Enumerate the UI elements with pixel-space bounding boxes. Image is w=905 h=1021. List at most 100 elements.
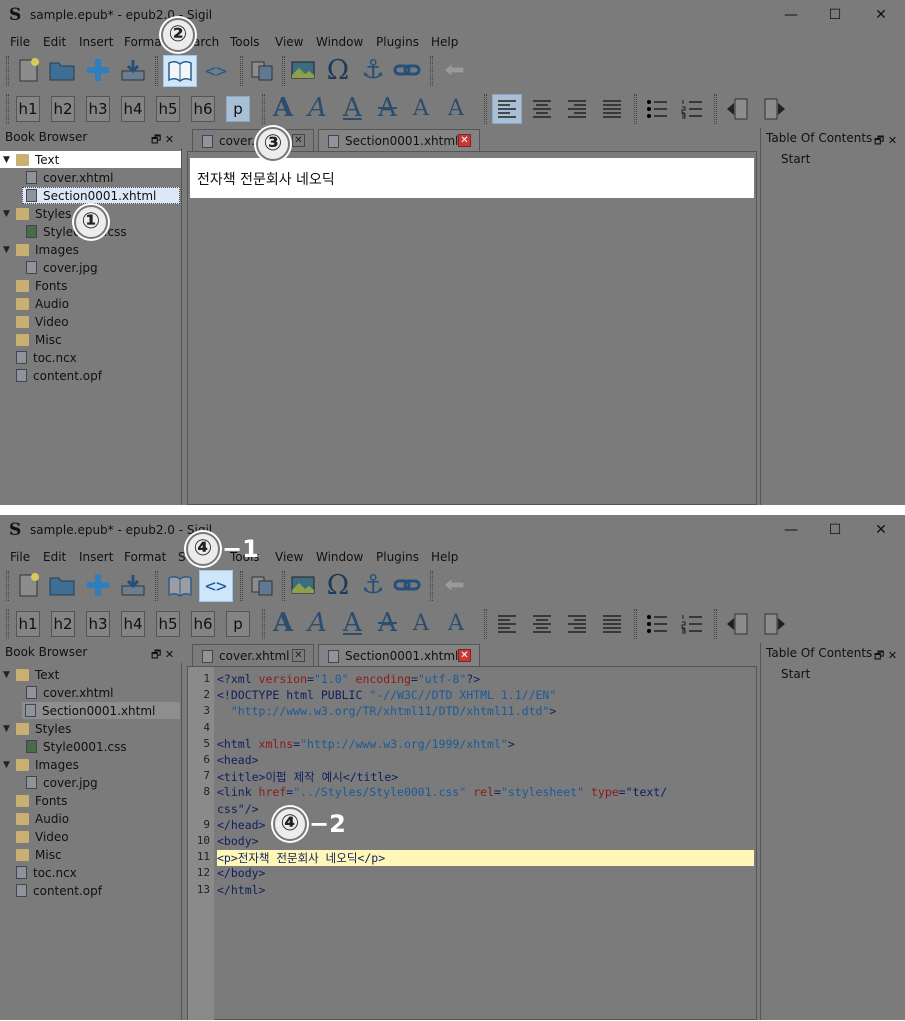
p-button[interactable]: p bbox=[226, 96, 250, 122]
subscript-icon[interactable]: A bbox=[413, 611, 429, 636]
book-view-icon[interactable] bbox=[163, 55, 197, 87]
preview-paragraph[interactable]: 전자책 전문회사 네오딕 bbox=[190, 158, 754, 198]
save-icon[interactable] bbox=[118, 56, 148, 84]
tree-file-section0001[interactable]: Section0001.xhtml bbox=[22, 187, 180, 204]
tree-file-cover-jpg[interactable]: cover.jpg bbox=[26, 774, 98, 791]
minimize-button[interactable]: — bbox=[776, 4, 806, 26]
h5-button[interactable]: h5 bbox=[156, 96, 180, 122]
new-file-icon[interactable] bbox=[16, 56, 42, 84]
close-window-button[interactable]: ✕ bbox=[866, 4, 896, 26]
chevron-down-icon[interactable]: ▼ bbox=[3, 760, 11, 770]
tree-folder-text[interactable]: ▼ Text bbox=[0, 666, 59, 683]
save-icon[interactable] bbox=[118, 571, 148, 599]
menu-file[interactable]: File bbox=[10, 35, 30, 49]
tree-folder-images[interactable]: ▼ Images bbox=[0, 241, 79, 258]
menu-help[interactable]: Help bbox=[431, 550, 458, 564]
h6-button[interactable]: h6 bbox=[191, 96, 215, 122]
h6-button[interactable]: h6 bbox=[191, 611, 215, 637]
tree-folder-fonts[interactable]: Fonts bbox=[16, 792, 67, 809]
code-line[interactable]: <?xml version="1.0" encoding="utf-8"?> bbox=[217, 672, 480, 686]
tab-cover[interactable]: cover.xhtml ✕ bbox=[192, 644, 314, 667]
tree-folder-misc[interactable]: Misc bbox=[16, 846, 62, 863]
toc-item-start[interactable]: Start bbox=[781, 152, 810, 166]
menu-view[interactable]: View bbox=[275, 35, 303, 49]
book-view-icon[interactable] bbox=[163, 570, 197, 602]
superscript-icon[interactable]: A bbox=[448, 96, 464, 121]
open-folder-icon[interactable] bbox=[48, 56, 76, 84]
h1-button[interactable]: h1 bbox=[16, 96, 40, 122]
align-right-icon[interactable] bbox=[562, 94, 592, 124]
chevron-down-icon[interactable]: ▼ bbox=[3, 155, 11, 165]
chevron-down-icon[interactable]: ▼ bbox=[3, 724, 11, 734]
code-line[interactable]: <head> bbox=[217, 753, 259, 767]
strikethrough-icon[interactable]: A bbox=[378, 93, 397, 123]
menu-view[interactable]: View bbox=[275, 550, 303, 564]
panel-float-close-icons[interactable]: 🗗 ✕ bbox=[151, 131, 174, 150]
menu-help[interactable]: Help bbox=[431, 35, 458, 49]
tree-file-toc[interactable]: toc.ncx bbox=[16, 349, 77, 366]
bullet-list-icon[interactable] bbox=[642, 94, 672, 124]
tree-file-content-opf[interactable]: content.opf bbox=[16, 882, 102, 899]
new-file-icon[interactable] bbox=[16, 571, 42, 599]
code-line[interactable]: <title>이펍 제작 예시</title> bbox=[217, 769, 398, 785]
align-center-icon[interactable] bbox=[527, 94, 557, 124]
book-view-pane[interactable]: 전자책 전문회사 네오딕 bbox=[187, 151, 757, 505]
tree-file-style[interactable]: Style0001.css bbox=[26, 738, 127, 755]
numbered-list-icon[interactable] bbox=[677, 609, 707, 639]
code-line[interactable]: </html> bbox=[217, 883, 265, 897]
code-line[interactable]: <body> bbox=[217, 834, 259, 848]
menu-tools[interactable]: Tools bbox=[230, 35, 260, 49]
outdent-icon[interactable] bbox=[722, 94, 752, 124]
tree-file-cover-jpg[interactable]: cover.jpg bbox=[26, 259, 98, 276]
indent-icon[interactable] bbox=[760, 94, 790, 124]
menu-insert[interactable]: Insert bbox=[79, 550, 113, 564]
menu-format[interactable]: Format bbox=[124, 35, 166, 49]
open-folder-icon[interactable] bbox=[48, 571, 76, 599]
tree-folder-audio[interactable]: Audio bbox=[16, 810, 69, 827]
maximize-button[interactable]: ☐ bbox=[820, 519, 850, 541]
tree-file-content-opf[interactable]: content.opf bbox=[16, 367, 102, 384]
align-left-icon[interactable] bbox=[492, 94, 522, 124]
align-right-icon[interactable] bbox=[562, 609, 592, 639]
h5-button[interactable]: h5 bbox=[156, 611, 180, 637]
h4-button[interactable]: h4 bbox=[121, 96, 145, 122]
menu-plugins[interactable]: Plugins bbox=[376, 550, 419, 564]
tree-folder-styles[interactable]: ▼ Styles bbox=[0, 205, 71, 222]
chevron-down-icon[interactable]: ▼ bbox=[3, 209, 11, 219]
code-view-icon[interactable]: <> bbox=[199, 55, 233, 87]
anchor-icon[interactable]: ⚓ bbox=[357, 569, 389, 601]
h4-button[interactable]: h4 bbox=[121, 611, 145, 637]
code-line[interactable]: "http://www.w3.org/TR/xhtml11/DTD/xhtml1… bbox=[217, 704, 556, 718]
outdent-icon[interactable] bbox=[722, 609, 752, 639]
tab-cover[interactable]: cover.xhtml ✕ bbox=[192, 129, 314, 152]
omega-icon[interactable]: Ω bbox=[322, 54, 354, 86]
toc-item-start[interactable]: Start bbox=[781, 667, 810, 681]
link-icon[interactable] bbox=[392, 571, 422, 599]
tree-file-section0001[interactable]: Section0001.xhtml bbox=[22, 702, 180, 719]
code-line[interactable]: <link href="../Styles/Style0001.css" rel… bbox=[217, 785, 667, 799]
italic-icon[interactable]: A bbox=[308, 93, 327, 123]
h2-button[interactable]: h2 bbox=[51, 96, 75, 122]
panel-float-close-icons[interactable]: 🗗 ✕ bbox=[151, 646, 174, 665]
tree-folder-styles[interactable]: ▼ Styles bbox=[0, 720, 71, 737]
bullet-list-icon[interactable] bbox=[642, 609, 672, 639]
p-button[interactable]: p bbox=[226, 611, 250, 637]
superscript-icon[interactable]: A bbox=[448, 611, 464, 636]
code-view-icon[interactable]: <> bbox=[199, 570, 233, 602]
underline-icon[interactable]: A bbox=[343, 608, 362, 638]
metadata-icon[interactable] bbox=[248, 56, 276, 84]
code-line[interactable]: </body> bbox=[217, 866, 265, 880]
menu-format[interactable]: Format bbox=[124, 550, 166, 564]
strikethrough-icon[interactable]: A bbox=[378, 608, 397, 638]
code-view-pane[interactable]: 1 2 3 4 5 6 7 8 9 10 11 12 13 <?xml version="1.0" en… bbox=[187, 666, 757, 1020]
close-tab-icon[interactable]: ✕ bbox=[458, 649, 471, 662]
indent-icon[interactable] bbox=[760, 609, 790, 639]
insert-image-icon[interactable] bbox=[289, 571, 317, 599]
close-tab-icon[interactable]: ✕ bbox=[458, 134, 471, 147]
menu-insert[interactable]: Insert bbox=[79, 35, 113, 49]
tree-folder-audio[interactable]: Audio bbox=[16, 295, 69, 312]
numbered-list-icon[interactable] bbox=[677, 94, 707, 124]
code-line[interactable]: <!DOCTYPE html PUBLIC "-//W3C//DTD XHTML… bbox=[217, 688, 556, 702]
tab-section0001[interactable]: Section0001.xhtml ✕ bbox=[318, 129, 480, 152]
h1-button[interactable]: h1 bbox=[16, 611, 40, 637]
